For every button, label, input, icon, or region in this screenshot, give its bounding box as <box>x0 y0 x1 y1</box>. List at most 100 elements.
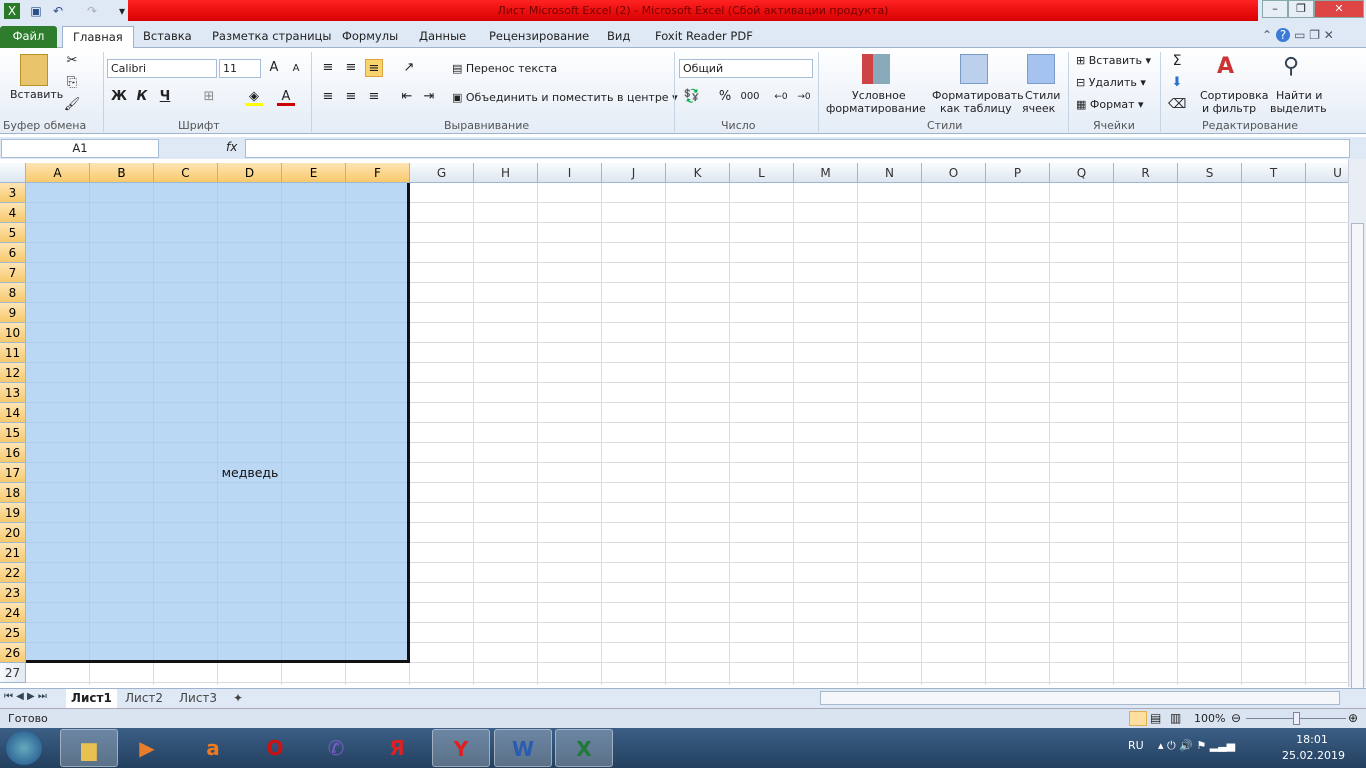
sheet-nav-arrows-icon[interactable]: ⏮ ◀ ▶ ⏭ <box>4 691 47 702</box>
find-select-line2[interactable]: выделить <box>1270 102 1327 115</box>
clear-icon[interactable]: ⌫ <box>1168 96 1186 114</box>
column-header-a[interactable]: A <box>26 163 90 183</box>
zoom-level[interactable]: 100% <box>1194 712 1225 725</box>
language-indicator[interactable]: RU <box>1128 739 1144 752</box>
row-header-17[interactable]: 17 <box>0 463 26 483</box>
row-header-20[interactable]: 20 <box>0 523 26 543</box>
tab-insert[interactable]: Вставка <box>133 26 202 48</box>
help-icon[interactable]: ? <box>1275 28 1291 42</box>
save-icon[interactable]: ▣ <box>28 3 44 19</box>
format-painter-icon[interactable]: 🖌 <box>63 96 81 114</box>
tab-file[interactable]: Файл <box>0 26 57 48</box>
sort-filter-line1[interactable]: Сортировка <box>1200 89 1269 102</box>
row-header-4[interactable]: 4 <box>0 203 26 223</box>
align-center-icon[interactable]: ≡ <box>342 88 360 106</box>
clock-time[interactable]: 18:01 <box>1284 733 1340 746</box>
cond-format-line1[interactable]: Условное <box>852 89 906 102</box>
insert-sheet-icon[interactable]: ✦ <box>228 689 248 708</box>
row-header-27[interactable]: 27 <box>0 663 26 683</box>
taskbar-viber-icon[interactable]: ✆ <box>307 729 365 767</box>
column-header-d[interactable]: D <box>218 163 282 183</box>
find-select-icon[interactable]: ⚲ <box>1283 54 1299 79</box>
column-header-h[interactable]: H <box>474 163 538 183</box>
cell-styles-icon[interactable] <box>1027 54 1055 84</box>
tab-home[interactable]: Главная <box>62 26 134 49</box>
name-box[interactable]: A1 <box>1 139 159 158</box>
underline-button[interactable]: Ч <box>156 88 174 106</box>
delete-cells-button[interactable]: ⊟ Удалить ▾ <box>1076 76 1146 89</box>
column-header-i[interactable]: I <box>538 163 602 183</box>
cut-icon[interactable]: ✂ <box>63 52 81 70</box>
page-layout-view-icon[interactable]: ▤ <box>1150 711 1161 725</box>
vertical-scrollbar[interactable] <box>1348 159 1366 743</box>
paste-icon[interactable] <box>20 54 48 86</box>
tab-page-layout[interactable]: Разметка страницы <box>202 26 341 48</box>
row-header-16[interactable]: 16 <box>0 443 26 463</box>
font-color-icon[interactable]: A <box>277 88 295 106</box>
column-header-k[interactable]: K <box>666 163 730 183</box>
align-left-icon[interactable]: ≡ <box>319 88 337 106</box>
paste-button[interactable]: Вставить <box>10 88 63 101</box>
column-header-l[interactable]: L <box>730 163 794 183</box>
sheet-tab-2[interactable]: Лист2 <box>120 689 168 708</box>
taskbar-word-icon[interactable]: W <box>494 729 552 767</box>
selected-range[interactable] <box>26 183 410 663</box>
redo-icon[interactable]: ↷ <box>84 3 100 19</box>
minimize-button[interactable]: – <box>1262 0 1288 18</box>
align-middle-icon[interactable]: ≡ <box>342 59 360 77</box>
window-controls-icons[interactable]: ⌃ ? ▭ ❐ ✕ <box>1262 28 1334 42</box>
format-table-line1[interactable]: Форматировать <box>932 89 1024 102</box>
align-right-icon[interactable]: ≡ <box>365 88 383 106</box>
align-top-icon[interactable]: ≡ <box>319 59 337 77</box>
row-header-25[interactable]: 25 <box>0 623 26 643</box>
fill-color-icon[interactable]: ◈ <box>245 88 263 106</box>
row-header-15[interactable]: 15 <box>0 423 26 443</box>
row-header-9[interactable]: 9 <box>0 303 26 323</box>
format-as-table-icon[interactable] <box>960 54 988 84</box>
column-header-n[interactable]: N <box>858 163 922 183</box>
cond-format-line2[interactable]: форматирование <box>826 102 926 115</box>
zoom-out-icon[interactable]: ⊖ <box>1231 711 1241 725</box>
scroll-thumb[interactable] <box>1351 223 1364 743</box>
column-header-u[interactable]: U <box>1306 163 1348 183</box>
close-button[interactable]: ✕ <box>1314 0 1364 18</box>
shrink-font-icon[interactable]: A <box>287 60 305 78</box>
taskbar-yandex-browser-icon[interactable]: Y <box>432 729 490 767</box>
number-format-select[interactable]: Общий <box>679 59 813 78</box>
italic-button[interactable]: К <box>133 88 151 106</box>
spreadsheet-grid[interactable]: A B C D E F G H I J K L M N O P Q R S T U 3 4 5 6 7 8 9 10 11 12 13 14 15… <box>0 163 1348 685</box>
zoom-slider-thumb[interactable] <box>1293 712 1300 725</box>
row-header-18[interactable]: 18 <box>0 483 26 503</box>
increase-indent-icon[interactable]: ⇥ <box>420 88 438 106</box>
fill-icon[interactable]: ⬇ <box>1168 74 1186 92</box>
taskbar-excel-icon[interactable]: X <box>555 729 613 767</box>
page-break-view-icon[interactable]: ▥ <box>1170 711 1181 725</box>
thousands-button[interactable]: 000 <box>739 88 761 106</box>
sheet-tab-3[interactable]: Лист3 <box>174 689 222 708</box>
row-header-14[interactable]: 14 <box>0 403 26 423</box>
taskbar-avast-icon[interactable]: a <box>184 729 242 767</box>
select-all-corner[interactable] <box>0 163 26 183</box>
align-bottom-icon[interactable]: ≡ <box>365 59 383 77</box>
borders-icon[interactable]: ⊞ <box>200 88 218 106</box>
maximize-button[interactable]: ❐ <box>1288 0 1314 18</box>
column-header-q[interactable]: Q <box>1050 163 1114 183</box>
start-button[interactable] <box>6 731 42 765</box>
tab-view[interactable]: Вид <box>597 26 640 48</box>
column-header-m[interactable]: M <box>794 163 858 183</box>
column-header-o[interactable]: O <box>922 163 986 183</box>
column-header-b[interactable]: B <box>90 163 154 183</box>
conditional-formatting-icon[interactable] <box>862 54 890 84</box>
tray-icons[interactable]: ▴ ⏻ 🔊 ⚑ ▂▃▅ <box>1158 739 1235 753</box>
taskbar-yandex-icon[interactable]: Я <box>368 729 426 767</box>
sheet-tab-1[interactable]: Лист1 <box>66 689 117 708</box>
font-name-select[interactable]: Calibri <box>107 59 217 78</box>
taskbar-media-player-icon[interactable]: ▶ <box>118 729 176 767</box>
column-header-f[interactable]: F <box>346 163 410 183</box>
normal-view-icon[interactable] <box>1129 711 1147 726</box>
row-header-3[interactable]: 3 <box>0 183 26 203</box>
merge-center-button[interactable]: ▣ Объединить и поместить в центре ▾ <box>452 91 678 104</box>
cell-styles-line1[interactable]: Стили <box>1025 89 1060 102</box>
insert-cells-button[interactable]: ⊞ Вставить ▾ <box>1076 54 1151 67</box>
currency-icon[interactable]: 💱 <box>683 88 701 106</box>
